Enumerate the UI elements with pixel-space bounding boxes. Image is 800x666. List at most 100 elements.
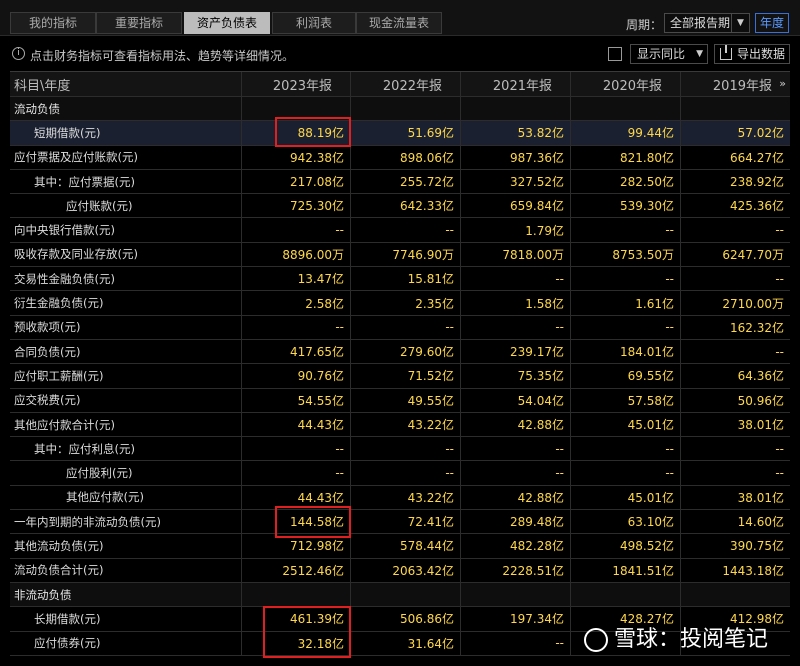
row-label[interactable]: 应付债券(元) (10, 631, 242, 655)
row-label[interactable]: 交易性金融负债(元) (10, 267, 242, 291)
row-label[interactable]: 预收款项(元) (10, 315, 242, 339)
table-row: 吸收存款及同业存放(元) 8896.00万 7746.90万 7818.00万 8753… (10, 242, 790, 268)
row-label[interactable]: 其中：应付利息(元) (10, 437, 242, 461)
snowball-logo-icon (584, 628, 608, 652)
value-cell: 57.58亿 (571, 388, 681, 412)
row-label[interactable]: 一年内到期的非流动负债(元) (10, 510, 242, 534)
value-cell: -- (242, 315, 351, 339)
row-label[interactable]: 应付账款(元) (10, 194, 242, 218)
value-cell: 32.18亿 (242, 631, 351, 655)
value-cell: 327.52亿 (461, 169, 571, 194)
compare-select[interactable]: 显示同比 ▼ (630, 44, 708, 64)
row-label[interactable]: 应交税费(元) (10, 388, 242, 412)
value-cell (571, 97, 681, 121)
row-label[interactable]: 流动负债合计(元) (10, 558, 242, 582)
row-label[interactable]: 长期借款(元) (10, 607, 242, 631)
value-cell: 289.48亿 (461, 510, 571, 534)
row-label[interactable]: 向中央银行借款(元) (10, 218, 242, 242)
row-label[interactable]: 应付职工薪酬(元) (10, 364, 242, 388)
value-cell: 217.08亿 (242, 169, 351, 194)
value-cell: 6247.70万 (722, 247, 784, 262)
value-cell: 255.72亿 (351, 169, 461, 194)
value-cell: 238.92亿 (730, 175, 784, 190)
row-label[interactable]: 衍生金融负债(元) (10, 291, 242, 315)
table-header: 科目\年度 2023年报 2022年报 2021年报 2020年报 2019年报… (10, 72, 790, 97)
value-cell: -- (775, 344, 784, 359)
row-label[interactable]: 吸收存款及同业存放(元) (10, 242, 242, 267)
value-cell: 162.32亿 (730, 320, 784, 335)
year-button[interactable]: 年度 (755, 13, 789, 33)
row-label[interactable]: 合同负债(元) (10, 339, 242, 364)
tab-balance-sheet[interactable]: 资产负债表 (184, 12, 270, 34)
table-row: 衍生金融负债(元) 2.58亿 2.35亿 1.58亿 1.61亿 2710.00万 (10, 291, 790, 316)
header-2019[interactable]: 2019年报 » (681, 72, 790, 96)
value-cell: 7818.00万 (461, 242, 571, 267)
header-2022[interactable]: 2022年报 (351, 72, 461, 96)
value-cell: 13.47亿 (242, 267, 351, 291)
table-row: 应付股利(元) -- -- -- -- -- (10, 461, 790, 486)
header-2021[interactable]: 2021年报 (461, 72, 571, 96)
chevron-down-icon: ▼ (696, 49, 703, 59)
value-cell: -- (571, 218, 681, 242)
table-row: 应交税费(元) 54.55亿 49.55亿 54.04亿 57.58亿 50.96亿 (10, 388, 790, 413)
header-2023[interactable]: 2023年报 (242, 72, 351, 96)
row-label[interactable]: 应付票据及应付账款(元) (10, 145, 242, 169)
value-cell: 99.44亿 (571, 121, 681, 145)
row-label[interactable]: 其中：应付票据(元) (10, 169, 242, 194)
tab-key-indicators[interactable]: 重要指标 (96, 12, 182, 34)
value-cell: -- (242, 437, 351, 461)
value-cell: 14.60亿 (737, 515, 784, 530)
value-cell: 54.04亿 (461, 388, 571, 412)
value-cell: 7746.90万 (351, 242, 461, 267)
value-cell: -- (351, 315, 461, 339)
value-cell: 71.52亿 (351, 364, 461, 388)
value-cell: 2512.46亿 (242, 558, 351, 582)
value-cell: 1.58亿 (461, 291, 571, 315)
value-cell: -- (242, 461, 351, 485)
row-label[interactable]: 其他应付款(元) (10, 485, 242, 510)
double-chevron-right-icon[interactable]: » (779, 77, 786, 90)
value-cell: 45.01亿 (571, 412, 681, 437)
tab-income-statement[interactable]: 利润表 (272, 12, 356, 34)
value-cell: 2.58亿 (242, 291, 351, 315)
value-cell (681, 97, 790, 120)
info-text: 点击财务指标可查看指标用法、趋势等详细情况。 (30, 49, 295, 63)
export-button[interactable]: 导出数据 (714, 44, 790, 64)
tab-my-indicators[interactable]: 我的指标 (10, 12, 96, 34)
value-cell (571, 582, 681, 607)
row-label[interactable]: 其他流动负债(元) (10, 534, 242, 558)
value-cell: 38.01亿 (737, 490, 784, 505)
value-cell: 53.82亿 (461, 121, 571, 145)
value-cell: 642.33亿 (351, 194, 461, 218)
yoy-checkbox[interactable] (608, 47, 622, 61)
period-selected-value: 全部报告期 (670, 16, 731, 30)
value-cell: -- (775, 466, 784, 481)
table-row: 向中央银行借款(元) -- -- 1.79亿 -- -- (10, 218, 790, 243)
tab-cash-flow[interactable]: 现金流量表 (356, 12, 442, 34)
value-cell: 1841.51亿 (571, 558, 681, 582)
value-cell: 50.96亿 (737, 393, 784, 408)
table-row: 交易性金融负债(元) 13.47亿 15.81亿 -- -- -- (10, 267, 790, 292)
table-row: 其他流动负债(元) 712.98亿 578.44亿 482.28亿 498.52亿 390… (10, 534, 790, 559)
section-label: 流动负债 (10, 97, 242, 121)
value-cell: -- (571, 461, 681, 485)
value-cell: 461.39亿 (242, 607, 351, 631)
period-select[interactable]: 全部报告期 ▼ (664, 13, 750, 33)
header-2020[interactable]: 2020年报 (571, 72, 681, 96)
table-row: 其中：应付票据(元) 217.08亿 255.72亿 327.52亿 282.50亿 23… (10, 169, 790, 195)
compare-selected-value: 显示同比 (637, 47, 686, 61)
export-label: 导出数据 (737, 47, 786, 61)
table-row: 一年内到期的非流动负债(元) 144.58亿 72.41亿 289.48亿 63.10亿… (10, 510, 790, 535)
value-cell (351, 582, 461, 607)
value-cell: 44.43亿 (242, 412, 351, 437)
row-label[interactable]: 其他应付款合计(元) (10, 412, 242, 437)
value-cell: 44.43亿 (242, 485, 351, 510)
value-cell: 987.36亿 (461, 145, 571, 169)
value-cell: 38.01亿 (737, 418, 784, 432)
value-cell: 31.64亿 (351, 631, 461, 655)
row-label[interactable]: 短期借款(元) (10, 121, 242, 145)
row-label[interactable]: 应付股利(元) (10, 461, 242, 485)
value-cell: 821.80亿 (571, 145, 681, 169)
value-cell: -- (351, 218, 461, 242)
value-cell: 75.35亿 (461, 364, 571, 388)
